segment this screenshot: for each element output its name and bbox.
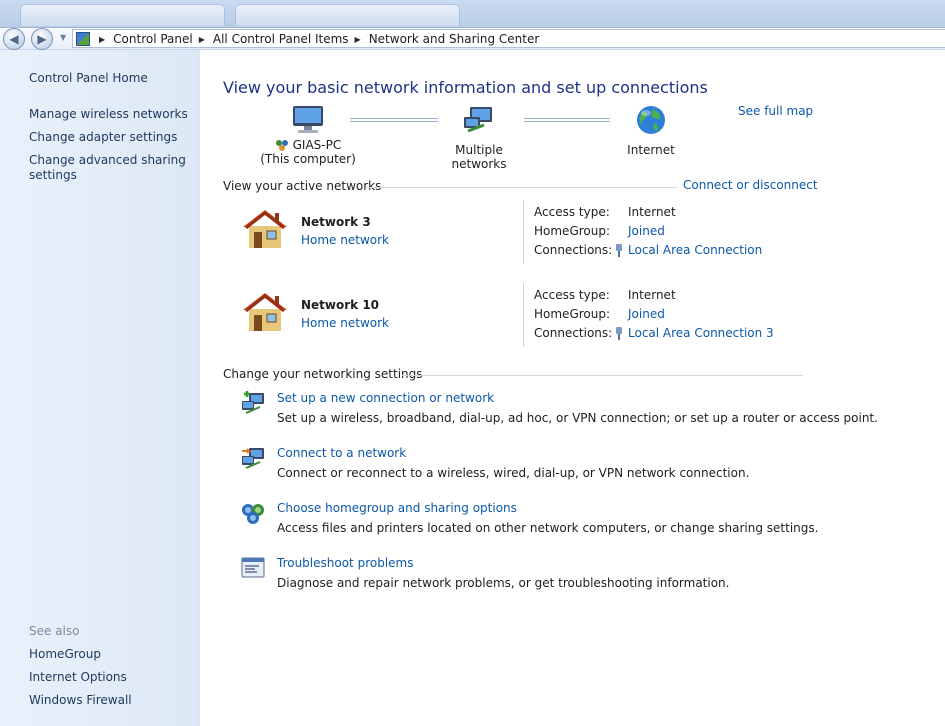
- task-homegroup-sharing: Choose homegroup and sharing options Acc…: [240, 501, 840, 541]
- task-title-link[interactable]: Troubleshoot problems: [277, 556, 413, 570]
- breadcrumb-arrow-icon[interactable]: ▶: [99, 35, 105, 44]
- homegroup-sharing-icon: [242, 504, 264, 524]
- section-divider: [402, 375, 803, 376]
- task-description: Connect or reconnect to a wireless, wire…: [277, 466, 750, 480]
- map-node-computer[interactable]: GIAS-PC (This computer): [260, 105, 356, 166]
- homegroup-label: HomeGroup:: [534, 224, 611, 238]
- breadcrumb[interactable]: ▶ Control Panel ▶ All Control Panel Item…: [72, 29, 945, 48]
- task-description: Set up a wireless, broadband, dial-up, a…: [277, 411, 878, 425]
- multiple-networks-label: Multiple networks: [451, 143, 507, 171]
- breadcrumb-control-panel[interactable]: Control Panel: [113, 32, 193, 46]
- globe-icon: [637, 106, 665, 134]
- local-area-connection-3-link[interactable]: Local Area Connection 3: [628, 326, 774, 340]
- task-new-connection: Set up a new connection or network Set u…: [240, 391, 878, 431]
- see-full-map-link[interactable]: See full map: [738, 104, 813, 118]
- address-bar: ◀ ▶ ▼ ▶ Control Panel ▶ All Control Pane…: [0, 28, 945, 50]
- sidebar-item-windows-firewall[interactable]: Windows Firewall: [29, 693, 132, 708]
- breadcrumb-arrow-icon[interactable]: ▶: [199, 35, 205, 44]
- sidebar-item-label: Change advanced sharing: [29, 153, 186, 167]
- sidebar-item-label: settings: [29, 168, 77, 182]
- breadcrumb-all-items[interactable]: All Control Panel Items: [213, 32, 349, 46]
- task-troubleshoot: Troubleshoot problems Diagnose and repai…: [240, 556, 840, 596]
- background-window-tab[interactable]: [235, 4, 460, 26]
- sidebar-item-adapter-settings[interactable]: Change adapter settings: [29, 130, 177, 145]
- new-connection-icon: [242, 391, 264, 414]
- back-button[interactable]: ◀: [3, 28, 25, 50]
- background-window-tab[interactable]: [20, 4, 225, 26]
- connect-network-icon: [242, 448, 264, 469]
- network-type-link[interactable]: Home network: [301, 233, 389, 247]
- home-network-icon: [243, 210, 287, 248]
- local-area-connection-link[interactable]: Local Area Connection: [628, 243, 762, 257]
- homegroup-joined-link[interactable]: Joined: [628, 307, 665, 321]
- map-connector-line: [524, 118, 610, 122]
- sidebar-item-advanced-sharing[interactable]: Change advanced sharing settings: [29, 153, 186, 183]
- computer-icon: [293, 106, 323, 133]
- page-title: View your basic network information and …: [223, 78, 708, 97]
- map-connector-line: [350, 118, 438, 122]
- task-description: Diagnose and repair network problems, or…: [277, 576, 730, 590]
- task-connect-network: Connect to a network Connect or reconnec…: [240, 446, 840, 486]
- sidebar-item-manage-wireless[interactable]: Manage wireless networks: [29, 107, 188, 122]
- task-title-link[interactable]: Connect to a network: [277, 446, 406, 460]
- computer-name: GIAS-PC: [292, 138, 342, 152]
- connect-or-disconnect-link[interactable]: Connect or disconnect: [683, 178, 818, 192]
- sidebar-item-control-panel-home[interactable]: Control Panel Home: [29, 71, 148, 86]
- change-settings-heading: Change your networking settings: [223, 367, 423, 381]
- map-node-networks[interactable]: Multiple networks: [428, 105, 530, 171]
- network-divider: [523, 200, 524, 264]
- network-divider: [523, 283, 524, 347]
- sidebar-item-internet-options[interactable]: Internet Options: [29, 670, 127, 685]
- homegroup-joined-link[interactable]: Joined: [628, 224, 665, 238]
- breadcrumb-network-sharing[interactable]: Network and Sharing Center: [369, 32, 540, 46]
- access-type-label: Access type:: [534, 205, 610, 219]
- connections-label: Connections:: [534, 243, 613, 257]
- home-network-icon: [243, 293, 287, 331]
- task-title-link[interactable]: Choose homegroup and sharing options: [277, 501, 517, 515]
- breadcrumb-arrow-icon[interactable]: ▶: [355, 35, 361, 44]
- active-networks-heading: View your active networks: [223, 179, 382, 193]
- task-description: Access files and printers located on oth…: [277, 521, 819, 535]
- active-network-3: Network 3 Home network Access type: Inte…: [240, 200, 803, 271]
- recent-pages-chevron-icon[interactable]: ▼: [60, 33, 68, 42]
- main-content: View your basic network information and …: [200, 50, 945, 726]
- troubleshoot-icon: [241, 557, 265, 578]
- forward-button[interactable]: ▶: [31, 28, 53, 50]
- homegroup-icon: [275, 140, 288, 151]
- window-title-strip: [0, 0, 945, 28]
- task-title-link[interactable]: Set up a new connection or network: [277, 391, 494, 405]
- sidebar: Control Panel Home Manage wireless netwo…: [0, 50, 200, 726]
- connections-label: Connections:: [534, 326, 613, 340]
- see-also-heading: See also: [29, 624, 80, 638]
- access-type-value: Internet: [628, 288, 676, 302]
- ethernet-icon: [616, 244, 622, 257]
- map-node-internet[interactable]: Internet: [604, 105, 698, 157]
- computer-subtitle: (This computer): [260, 152, 356, 166]
- network-name: Network 10: [301, 298, 380, 312]
- network-type-link[interactable]: Home network: [301, 316, 389, 330]
- homegroup-label: HomeGroup:: [534, 307, 611, 321]
- internet-label: Internet: [627, 143, 675, 157]
- sidebar-item-homegroup[interactable]: HomeGroup: [29, 647, 101, 662]
- active-network-10: Network 10 Home network Access type: Int…: [240, 283, 803, 354]
- section-divider: [366, 187, 677, 188]
- multiple-networks-icon: [464, 107, 492, 133]
- ethernet-icon: [616, 327, 622, 340]
- control-panel-icon: [76, 32, 90, 46]
- access-type-label: Access type:: [534, 288, 610, 302]
- access-type-value: Internet: [628, 205, 676, 219]
- network-name: Network 3: [301, 215, 371, 229]
